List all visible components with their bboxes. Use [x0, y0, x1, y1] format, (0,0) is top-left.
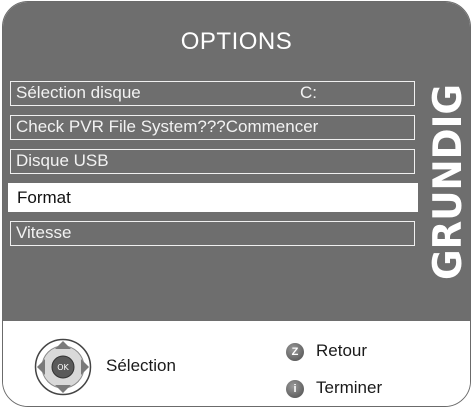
menu-item-label: Check PVR File System???Commencer	[16, 117, 319, 136]
menu-item-label: Disque USB	[16, 151, 109, 170]
grundig-logo: GRUNDIG	[426, 84, 467, 280]
grundig-logo-text: GRUNDIG	[426, 84, 467, 280]
menu-item-check-pvr[interactable]: Check PVR File System???Commencer	[10, 115, 415, 140]
menu-item-usb-disk[interactable]: Disque USB	[10, 149, 415, 174]
selection-label: Sélection	[106, 356, 176, 375]
ok-key-label: OK	[57, 363, 69, 372]
menu-item-label: Vitesse	[16, 223, 72, 242]
menu-item-disk-selection[interactable]: Sélection disque C:	[10, 81, 415, 106]
menu-item-label: Format	[17, 188, 71, 207]
options-panel: OPTIONS Sélection disque C: Check PVR Fi…	[3, 2, 470, 321]
menu-item-speed[interactable]: Vitesse	[10, 221, 415, 246]
exit-label: Terminer	[316, 378, 383, 397]
menu-item-format[interactable]: Format	[8, 183, 418, 212]
back-label: Retour	[316, 341, 368, 360]
info-key-icon: i	[286, 380, 304, 398]
menu-item-label: Sélection disque	[16, 83, 141, 102]
page-title: OPTIONS	[180, 28, 293, 55]
menu-item-value: C:	[300, 83, 317, 102]
z-key-icon: Z	[286, 343, 304, 361]
navigation-pad-icon: OK	[34, 338, 92, 396]
